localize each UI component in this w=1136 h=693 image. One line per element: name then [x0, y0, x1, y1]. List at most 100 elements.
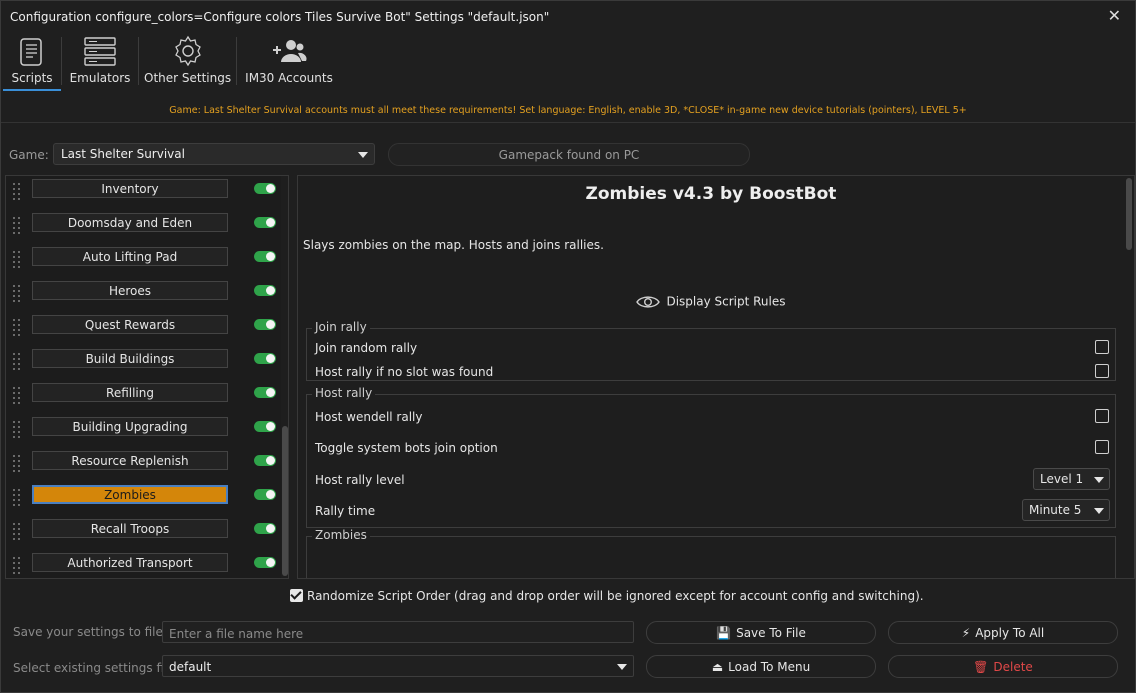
load-to-menu-button[interactable]: ⏏ Load To Menu [646, 655, 876, 678]
drag-handle-icon[interactable] [13, 217, 23, 235]
tab-label: Scripts [11, 71, 53, 85]
trash-icon: 🗑 [973, 660, 989, 674]
drag-handle-icon[interactable] [13, 251, 23, 269]
script-button[interactable]: Zombies [32, 485, 228, 504]
script-description: Slays zombies on the map. Hosts and join… [303, 238, 604, 252]
script-row[interactable]: Inventory [6, 176, 276, 210]
toggle-bots-join-checkbox[interactable] [1095, 440, 1109, 454]
script-button[interactable]: Build Buildings [32, 349, 228, 368]
tab-im30-accounts[interactable]: IM30 Accounts [244, 33, 334, 91]
users-icon [273, 40, 307, 62]
rally-level-dropdown[interactable]: Level 1 [1033, 468, 1110, 490]
script-button[interactable]: Doomsday and Eden [32, 213, 228, 232]
tab-divider [61, 37, 62, 85]
drag-handle-icon[interactable] [13, 523, 23, 541]
randomize-order-option[interactable]: Randomize Script Order (drag and drop or… [290, 589, 924, 603]
game-select[interactable]: Last Shelter Survival [53, 143, 375, 165]
script-button[interactable]: Recall Troops [32, 519, 228, 538]
script-enabled-toggle[interactable] [254, 319, 276, 330]
filename-input[interactable] [162, 621, 634, 643]
drag-handle-icon[interactable] [13, 455, 23, 473]
load-to-menu-label: Load To Menu [728, 660, 811, 674]
script-row[interactable]: Heroes [6, 278, 276, 312]
drag-handle-icon[interactable] [13, 557, 23, 575]
drag-handle-icon[interactable] [13, 353, 23, 371]
drag-handle-icon[interactable] [13, 489, 23, 507]
script-enabled-toggle[interactable] [254, 387, 276, 398]
option-label: Host wendell rally [315, 410, 423, 424]
rally-time-dropdown[interactable]: Minute 5 [1022, 499, 1110, 521]
delete-button[interactable]: 🗑 Delete [888, 655, 1118, 678]
gamepack-status: Gamepack found on PC [388, 143, 750, 166]
bolt-icon: ⚡ [961, 626, 971, 640]
display-rules-button[interactable]: Display Script Rules [298, 294, 1124, 310]
script-row[interactable]: Recall Troops [6, 516, 276, 550]
drag-handle-icon[interactable] [13, 285, 23, 303]
script-button[interactable]: Auto Lifting Pad [32, 247, 228, 266]
script-row[interactable]: Doomsday and Eden [6, 210, 276, 244]
script-row[interactable]: Build Buildings [6, 346, 276, 380]
script-enabled-toggle[interactable] [254, 217, 276, 228]
script-row[interactable]: Quest Rewards [6, 312, 276, 346]
option-label: Join random rally [315, 341, 418, 355]
script-title: Zombies v4.3 by BoostBot [585, 184, 837, 204]
script-enabled-toggle[interactable] [254, 285, 276, 296]
join-random-rally-checkbox[interactable] [1095, 340, 1109, 354]
drag-handle-icon[interactable] [13, 387, 23, 405]
rally-time-label: Rally time [315, 504, 376, 518]
script-button[interactable]: Heroes [32, 281, 228, 300]
randomize-checkbox[interactable] [290, 589, 303, 602]
script-row[interactable]: Zombies [6, 482, 276, 516]
tab-label: Other Settings [144, 71, 232, 85]
script-button[interactable]: Building Upgrading [32, 417, 228, 436]
tab-other-settings[interactable]: Other Settings [144, 33, 231, 91]
script-row[interactable]: Authorized Transport [6, 550, 276, 578]
group-title: Zombies [312, 528, 370, 542]
chevron-down-icon [358, 152, 368, 158]
drag-handle-icon[interactable] [13, 183, 23, 201]
drag-handle-icon[interactable] [13, 319, 23, 337]
tab-scripts[interactable]: Scripts [3, 33, 61, 91]
tab-bar: Scripts Emulators Other Settings IM30 Ac… [1, 33, 1135, 123]
chevron-down-icon [1094, 508, 1104, 514]
script-enabled-toggle[interactable] [254, 489, 276, 500]
script-enabled-toggle[interactable] [254, 353, 276, 364]
script-button[interactable]: Refilling [32, 383, 228, 402]
script-enabled-toggle[interactable] [254, 421, 276, 432]
host-wendell-rally-checkbox[interactable] [1095, 409, 1109, 423]
rules-label: Display Script Rules [666, 294, 786, 309]
script-row[interactable]: Auto Lifting Pad [6, 244, 276, 278]
script-button[interactable]: Inventory [32, 179, 228, 198]
script-button[interactable]: Authorized Transport [32, 553, 228, 572]
randomize-label: Randomize Script Order (drag and drop or… [307, 589, 924, 603]
settings-file-select[interactable]: default [162, 655, 634, 677]
gear-icon [174, 35, 201, 67]
close-icon[interactable]: ✕ [1108, 6, 1121, 25]
chevron-down-icon [1094, 477, 1104, 483]
script-enabled-toggle[interactable] [254, 251, 276, 262]
scripts-scrollbar[interactable] [281, 176, 288, 578]
drag-handle-icon[interactable] [13, 421, 23, 439]
save-to-file-button[interactable]: 💾 Save To File [646, 621, 876, 644]
apply-to-all-button[interactable]: ⚡ Apply To All [888, 621, 1118, 644]
scrollbar-thumb[interactable] [1126, 178, 1132, 250]
detail-scrollbar[interactable] [1124, 176, 1134, 578]
script-button[interactable]: Quest Rewards [32, 315, 228, 334]
script-enabled-toggle[interactable] [254, 183, 276, 194]
host-if-no-slot-checkbox[interactable] [1095, 364, 1109, 378]
scrollbar-thumb[interactable] [282, 426, 288, 576]
tab-emulators[interactable]: Emulators [65, 33, 135, 91]
script-row[interactable]: Resource Replenish [6, 448, 276, 482]
option-label: Toggle system bots join option [315, 441, 498, 455]
inbox-icon: ⏏ [711, 660, 724, 674]
script-row[interactable]: Building Upgrading [6, 414, 276, 448]
script-enabled-toggle[interactable] [254, 523, 276, 534]
group-title: Join rally [312, 320, 370, 334]
script-enabled-toggle[interactable] [254, 557, 276, 568]
script-enabled-toggle[interactable] [254, 455, 276, 466]
script-button[interactable]: Resource Replenish [32, 451, 228, 470]
script-row[interactable]: Refilling [6, 380, 276, 414]
rally-level-value: Level 1 [1040, 472, 1084, 486]
delete-label: Delete [993, 660, 1033, 674]
rally-time-value: Minute 5 [1029, 503, 1082, 517]
